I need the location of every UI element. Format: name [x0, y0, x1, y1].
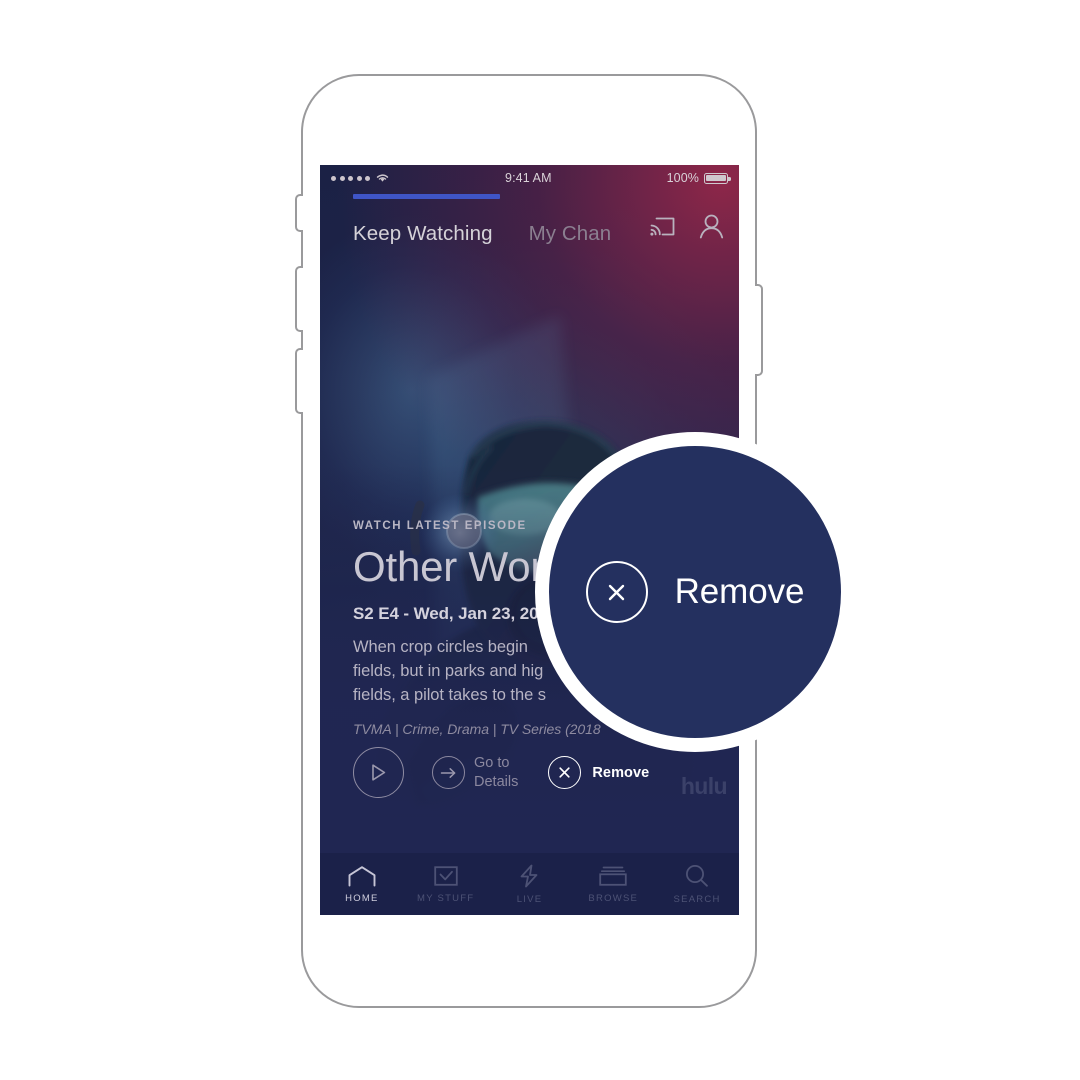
status-bar-right: 100% [666, 171, 731, 185]
remove-callout-magnifier: Remove [535, 432, 855, 752]
hulu-brand-logo: hulu [680, 773, 728, 799]
arrow-right-icon [440, 767, 456, 778]
nav-label-search: SEARCH [673, 893, 721, 905]
status-bar: 9:41 AM 100% [320, 165, 739, 191]
screenshot-stage: 9:41 AM 100% Keep Watching My Chan WATCH… [0, 0, 1080, 1080]
battery-percent-label: 100% [666, 171, 699, 185]
nav-item-browse[interactable]: BROWSE [571, 865, 655, 904]
cast-icon[interactable] [649, 215, 676, 238]
tab-my-channels[interactable]: My Chan [529, 222, 612, 246]
search-icon [686, 864, 708, 887]
nav-label-live: LIVE [516, 893, 543, 905]
hero-action-row: Go to Details Remove [353, 747, 649, 798]
check-box-icon [433, 865, 458, 886]
silent-switch-button[interactable] [295, 194, 303, 232]
callout-content[interactable]: Remove [585, 561, 805, 623]
tab-keep-watching[interactable]: Keep Watching [353, 222, 493, 246]
power-button[interactable] [755, 284, 763, 376]
active-tab-underline [353, 194, 500, 199]
go-to-details-button[interactable]: Go to Details [432, 754, 518, 790]
nav-item-my-stuff[interactable]: MY STUFF [404, 865, 488, 904]
profile-icon[interactable] [698, 213, 725, 239]
arrow-right-circle [432, 756, 465, 789]
remove-button[interactable]: Remove [548, 756, 649, 789]
play-button[interactable] [353, 747, 404, 798]
remove-label: Remove [592, 764, 650, 781]
nav-item-live[interactable]: LIVE [488, 864, 572, 905]
nav-label-my-stuff: MY STUFF [417, 892, 475, 904]
nav-label-home: HOME [345, 892, 379, 904]
status-bar-left [331, 172, 390, 184]
lightning-bolt-icon [521, 864, 538, 887]
nav-label-browse: BROWSE [588, 892, 639, 904]
callout-close-circle-icon [585, 561, 648, 623]
callout-close-icon [608, 584, 625, 600]
stacked-cards-icon [599, 866, 627, 886]
signal-strength-icon [331, 175, 370, 181]
top-nav-icons [649, 213, 725, 239]
volume-down-button[interactable] [295, 348, 303, 414]
nav-item-search[interactable]: SEARCH [655, 864, 739, 905]
nav-item-home[interactable]: HOME [320, 865, 404, 904]
close-icon [559, 767, 570, 778]
go-to-details-label: Go to Details [474, 755, 519, 790]
play-icon [372, 764, 386, 781]
bottom-navigation-bar: HOME MY STUFF LIVE BROWSE SEARCH [320, 853, 739, 915]
callout-remove-label: Remove [674, 572, 805, 611]
close-circle-icon [548, 756, 582, 789]
status-bar-time: 9:41 AM [505, 171, 552, 185]
home-icon [348, 865, 376, 886]
wifi-icon [376, 174, 389, 182]
battery-icon [704, 172, 731, 184]
volume-up-button[interactable] [295, 266, 303, 332]
